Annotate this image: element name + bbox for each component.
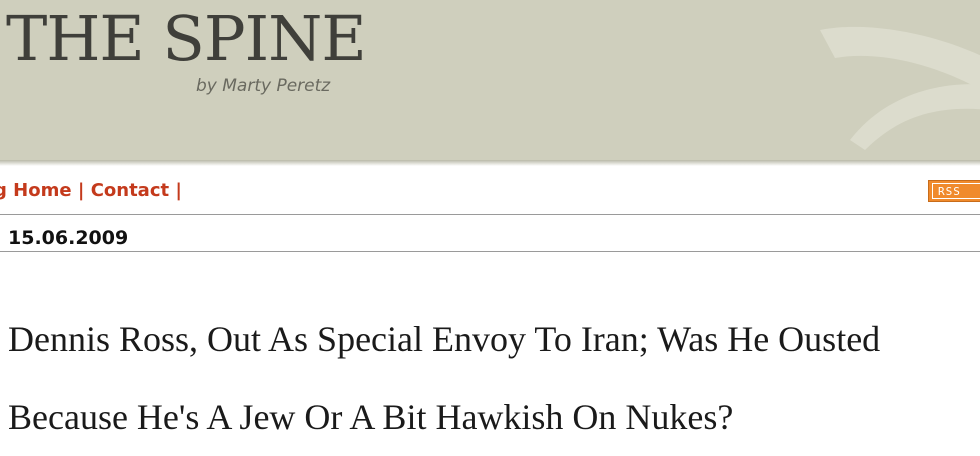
nav-links: g Home | Contact | (0, 180, 182, 201)
post-date-bar: 15.06.2009 (0, 215, 980, 252)
post-date: 15.06.2009 (8, 227, 129, 249)
nav-separator: | (175, 180, 182, 201)
post-title-line-1[interactable]: Dennis Ross, Out As Special Envoy To Ira… (8, 319, 880, 359)
site-byline: by Marty Peretz (196, 76, 331, 96)
header-divider (0, 160, 980, 166)
top-nav: g Home | Contact | (0, 168, 980, 215)
blog-header: THE SPINE by Marty Peretz (0, 0, 980, 160)
nav-contact-link[interactable]: Contact (91, 180, 169, 201)
nav-separator: | (77, 180, 85, 201)
rss-label: RSS (932, 183, 980, 199)
post-title[interactable]: Dennis Ross, Out As Special Envoy To Ira… (8, 300, 980, 456)
nav-blog-home-link[interactable]: g Home (0, 180, 72, 201)
header-swoosh-graphic (820, 26, 980, 150)
post-title-line-2[interactable]: Because He's A Jew Or A Bit Hawkish On N… (8, 397, 733, 437)
rss-button[interactable]: RSS (928, 180, 980, 202)
site-title[interactable]: THE SPINE (6, 8, 367, 70)
